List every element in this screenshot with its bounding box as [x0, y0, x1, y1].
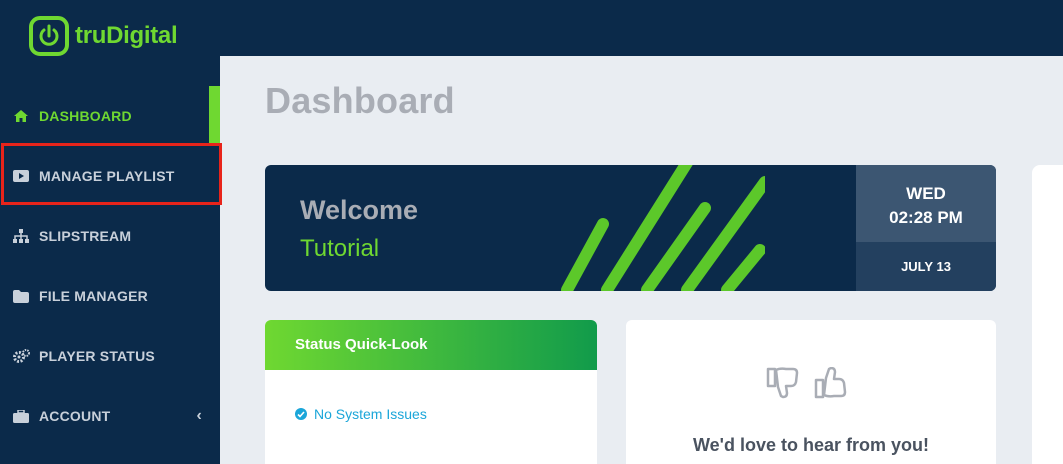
sidebar-item-slipstream[interactable]: SLIPSTREAM	[0, 206, 220, 266]
current-date: JULY 13	[856, 242, 996, 291]
feedback-prompt: We'd love to hear from you!	[693, 435, 929, 455]
side-card	[1032, 165, 1063, 464]
status-message: No System Issues	[314, 406, 427, 422]
sidebar-item-label: SLIPSTREAM	[39, 228, 132, 244]
brand-name: truDigital	[75, 22, 178, 49]
sidebar-item-label: PLAYER STATUS	[39, 348, 155, 364]
welcome-subtitle[interactable]: Tutorial	[300, 235, 379, 263]
welcome-banner: Welcome Tutorial WED 02:28 PM JULY 13	[265, 165, 996, 291]
feedback-buttons	[766, 366, 850, 404]
status-message-row[interactable]: No System Issues	[295, 406, 427, 422]
sidebar-item-file-manager[interactable]: FILE MANAGER	[0, 266, 220, 326]
sidebar-item-label: ACCOUNT	[39, 408, 111, 424]
check-circle-icon	[295, 408, 307, 420]
current-time: 02:28 PM	[889, 208, 963, 227]
brand-logo[interactable]: truDigital	[29, 16, 178, 56]
play-icon	[12, 168, 30, 184]
sidebar-item-label: FILE MANAGER	[39, 288, 148, 304]
thumbs-down-icon[interactable]	[766, 367, 802, 404]
briefcase-icon	[12, 408, 30, 424]
gears-icon	[12, 348, 30, 364]
welcome-title: Welcome	[300, 195, 419, 225]
weekday: WED	[906, 184, 946, 203]
chevron-left-icon[interactable]: ‹	[196, 407, 202, 425]
sidebar-item-label: DASHBOARD	[39, 108, 132, 124]
power-icon	[29, 16, 69, 56]
sidebar-item-label: MANAGE PLAYLIST	[39, 168, 175, 184]
sidebar-item-manage-playlist[interactable]: MANAGE PLAYLIST	[0, 146, 220, 206]
home-icon	[12, 108, 30, 124]
date-time-box: WED 02:28 PM	[856, 165, 996, 242]
thumbs-up-icon[interactable]	[814, 366, 850, 404]
decorative-stripes	[561, 165, 765, 291]
sidebar-item-account[interactable]: ACCOUNT ‹	[0, 386, 220, 446]
status-card-header: Status Quick-Look	[265, 320, 597, 370]
sidebar: DASHBOARD MANAGE PLAYLIST SLIPSTREAM FIL…	[0, 56, 220, 464]
status-quick-look-card: Status Quick-Look No System Issues	[265, 320, 597, 464]
feedback-card: We'd love to hear from you!	[626, 320, 996, 464]
sidebar-item-player-status[interactable]: PLAYER STATUS	[0, 326, 220, 386]
page-title: Dashboard	[265, 80, 455, 121]
sidebar-item-dashboard[interactable]: DASHBOARD	[0, 86, 220, 146]
folder-icon	[12, 288, 30, 304]
sitemap-icon	[12, 228, 30, 244]
